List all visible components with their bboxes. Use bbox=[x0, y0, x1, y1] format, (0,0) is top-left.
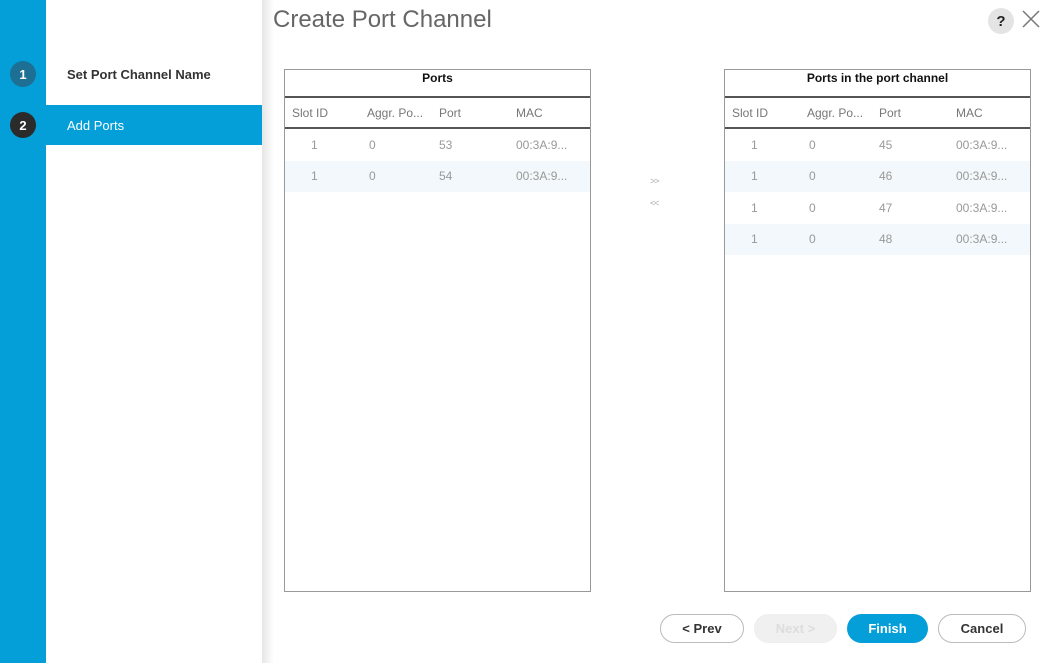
finish-button[interactable]: Finish bbox=[847, 614, 928, 643]
column-header-aggr-port[interactable]: Aggr. Po... bbox=[363, 106, 439, 120]
column-header-port[interactable]: Port bbox=[439, 106, 516, 120]
table-row[interactable]: 1 0 47 00:3A:9... bbox=[725, 192, 1030, 224]
cell-slot-id: 1 bbox=[751, 169, 758, 184]
dialog-title: Create Port Channel bbox=[273, 6, 492, 33]
cell-mac: 00:3A:9... bbox=[516, 169, 568, 184]
column-header-mac[interactable]: MAC bbox=[516, 106, 590, 120]
port-channel-table-title: Ports in the port channel bbox=[725, 70, 1030, 98]
table-row[interactable]: 1 0 45 00:3A:9... bbox=[725, 129, 1030, 161]
step-label: Set Port Channel Name bbox=[67, 66, 211, 82]
table-body: 1 0 53 00:3A:9... 1 0 54 00:3A:9... bbox=[285, 129, 590, 192]
column-header-port[interactable]: Port bbox=[879, 106, 956, 120]
cell-slot-id: 1 bbox=[751, 200, 758, 215]
next-button: Next > bbox=[754, 614, 837, 643]
cell-mac: 00:3A:9... bbox=[956, 200, 1008, 215]
cell-mac: 00:3A:9... bbox=[956, 232, 1008, 247]
step-set-port-channel-name[interactable]: Set Port Channel Name bbox=[46, 54, 262, 94]
cell-port: 48 bbox=[879, 232, 893, 247]
cell-aggr-port: 0 bbox=[809, 200, 816, 215]
table-header: Slot ID Aggr. Po... Port MAC bbox=[285, 98, 590, 129]
cell-port: 46 bbox=[879, 169, 893, 184]
table-row[interactable]: 1 0 48 00:3A:9... bbox=[725, 223, 1030, 255]
cell-aggr-port: 0 bbox=[369, 137, 376, 152]
cell-aggr-port: 0 bbox=[809, 137, 816, 152]
add-ports-button[interactable]: >> bbox=[650, 176, 659, 186]
cell-port: 54 bbox=[439, 169, 453, 184]
wizard-nav bbox=[46, 0, 262, 663]
prev-button[interactable]: < Prev bbox=[660, 614, 744, 643]
table-header: Slot ID Aggr. Po... Port MAC bbox=[725, 98, 1030, 129]
cell-aggr-port: 0 bbox=[369, 169, 376, 184]
table-row[interactable]: 1 0 46 00:3A:9... bbox=[725, 160, 1030, 192]
cell-aggr-port: 0 bbox=[809, 169, 816, 184]
help-icon[interactable]: ? bbox=[988, 8, 1014, 34]
wizard-step-rail bbox=[0, 0, 46, 663]
column-header-slot-id[interactable]: Slot ID bbox=[725, 106, 803, 120]
table-row[interactable]: 1 0 53 00:3A:9... bbox=[285, 129, 590, 161]
column-header-aggr-port[interactable]: Aggr. Po... bbox=[803, 106, 879, 120]
cell-mac: 00:3A:9... bbox=[956, 169, 1008, 184]
cell-port: 53 bbox=[439, 137, 453, 152]
cell-port: 47 bbox=[879, 200, 893, 215]
cell-mac: 00:3A:9... bbox=[956, 137, 1008, 152]
cell-slot-id: 1 bbox=[751, 232, 758, 247]
step-label: Add Ports bbox=[67, 117, 125, 133]
cell-slot-id: 1 bbox=[751, 137, 758, 152]
port-channel-table: Ports in the port channel Slot ID Aggr. … bbox=[724, 69, 1031, 592]
step-2-badge: 2 bbox=[10, 112, 36, 138]
column-header-slot-id[interactable]: Slot ID bbox=[285, 106, 363, 120]
step-add-ports[interactable]: Add Ports bbox=[46, 105, 262, 145]
remove-ports-button[interactable]: << bbox=[650, 198, 659, 208]
table-row[interactable]: 1 0 54 00:3A:9... bbox=[285, 160, 590, 192]
cell-port: 45 bbox=[879, 137, 893, 152]
ports-table-title: Ports bbox=[285, 70, 590, 98]
table-body: 1 0 45 00:3A:9... 1 0 46 00:3A:9... 1 0 … bbox=[725, 129, 1030, 255]
column-header-mac[interactable]: MAC bbox=[956, 106, 1030, 120]
cancel-button[interactable]: Cancel bbox=[938, 614, 1026, 643]
nav-divider bbox=[262, 0, 274, 663]
cell-aggr-port: 0 bbox=[809, 232, 816, 247]
cell-slot-id: 1 bbox=[311, 137, 318, 152]
cell-slot-id: 1 bbox=[311, 169, 318, 184]
step-1-badge: 1 bbox=[10, 61, 36, 87]
ports-table: Ports Slot ID Aggr. Po... Port MAC 1 0 5… bbox=[284, 69, 591, 592]
close-icon[interactable] bbox=[1020, 8, 1042, 30]
cell-mac: 00:3A:9... bbox=[516, 137, 568, 152]
